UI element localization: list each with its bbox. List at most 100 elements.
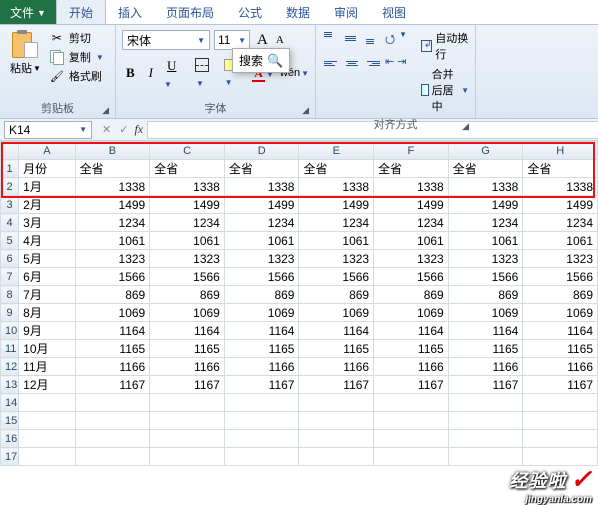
cell[interactable]: 1069 [448, 304, 523, 322]
cell[interactable]: 1166 [75, 358, 150, 376]
row-header[interactable]: 2 [1, 178, 19, 196]
cell[interactable] [448, 394, 523, 412]
cell[interactable]: 1323 [448, 250, 523, 268]
table-row[interactable]: 87月869869869869869869869 [1, 286, 598, 304]
cell[interactable] [374, 430, 449, 448]
table-row[interactable]: 54月1061106110611061106110611061 [1, 232, 598, 250]
cell[interactable] [19, 394, 75, 412]
cell[interactable]: 1167 [299, 376, 374, 394]
row-header[interactable]: 13 [1, 376, 19, 394]
cell[interactable]: 1165 [374, 340, 449, 358]
cell[interactable]: 869 [150, 286, 225, 304]
cell[interactable] [19, 430, 75, 448]
cell[interactable] [523, 448, 598, 466]
decrease-indent-button[interactable]: ⇤ [385, 55, 394, 71]
cell[interactable] [523, 412, 598, 430]
cell[interactable] [75, 412, 150, 430]
wrap-text-button[interactable]: 自动换行 [421, 30, 469, 62]
cell[interactable] [299, 448, 374, 466]
cell[interactable]: 1166 [224, 358, 299, 376]
cell[interactable]: 1566 [299, 268, 374, 286]
dialog-launcher-icon[interactable]: ◢ [102, 105, 109, 116]
cell[interactable]: 1061 [224, 232, 299, 250]
orientation-button[interactable] [385, 30, 395, 51]
cell[interactable]: 8月 [19, 304, 75, 322]
col-header[interactable]: F [374, 142, 449, 160]
row-header[interactable]: 16 [1, 430, 19, 448]
cell[interactable]: 1499 [299, 196, 374, 214]
cell[interactable]: 1323 [224, 250, 299, 268]
cell[interactable]: 1234 [75, 214, 150, 232]
accept-formula-button[interactable]: ✓ [119, 123, 128, 136]
cell[interactable]: 869 [374, 286, 449, 304]
underline-button[interactable]: U▼ [163, 56, 189, 90]
cell[interactable]: 869 [299, 286, 374, 304]
cell[interactable]: 1166 [150, 358, 225, 376]
cell[interactable]: 1566 [150, 268, 225, 286]
cell[interactable]: 1069 [150, 304, 225, 322]
cell[interactable]: 1338 [75, 178, 150, 196]
cell[interactable]: 10月 [19, 340, 75, 358]
cell[interactable] [448, 448, 523, 466]
cell[interactable]: 1月 [19, 178, 75, 196]
cell[interactable] [448, 430, 523, 448]
cell[interactable]: 9月 [19, 322, 75, 340]
cell[interactable]: 7月 [19, 286, 75, 304]
cell[interactable]: 1338 [523, 178, 598, 196]
cell[interactable]: 1061 [523, 232, 598, 250]
cell[interactable]: 3月 [19, 214, 75, 232]
col-header[interactable]: B [75, 142, 150, 160]
cell[interactable]: 1234 [224, 214, 299, 232]
cell[interactable] [374, 412, 449, 430]
cell[interactable]: 全省 [448, 160, 523, 178]
table-row[interactable]: 1月份全省全省全省全省全省全省全省 [1, 160, 598, 178]
cell[interactable] [374, 448, 449, 466]
row-header[interactable]: 10 [1, 322, 19, 340]
cell[interactable]: 1566 [448, 268, 523, 286]
cell[interactable] [75, 430, 150, 448]
cell[interactable]: 1164 [523, 322, 598, 340]
paste-button[interactable]: 粘贴▼ [6, 28, 45, 98]
col-header[interactable]: A [19, 142, 75, 160]
cell[interactable]: 月份 [19, 160, 75, 178]
format-painter-button[interactable]: 格式刷 [49, 68, 104, 84]
cell[interactable]: 6月 [19, 268, 75, 286]
cell[interactable] [299, 430, 374, 448]
dialog-launcher-icon[interactable]: ◢ [462, 121, 469, 132]
cell[interactable]: 1165 [75, 340, 150, 358]
cell[interactable]: 1338 [299, 178, 374, 196]
cell[interactable]: 1499 [75, 196, 150, 214]
cell[interactable]: 全省 [523, 160, 598, 178]
cell[interactable]: 1167 [75, 376, 150, 394]
cell[interactable]: 1165 [150, 340, 225, 358]
col-header[interactable]: D [224, 142, 299, 160]
tab-home[interactable]: 开始 [56, 0, 106, 24]
cell[interactable]: 1166 [448, 358, 523, 376]
cell[interactable]: 1164 [448, 322, 523, 340]
cell[interactable]: 1164 [299, 322, 374, 340]
cell[interactable] [224, 430, 299, 448]
font-size-select[interactable]: 11▼ [214, 30, 250, 50]
cell[interactable]: 1234 [523, 214, 598, 232]
cell[interactable]: 1234 [374, 214, 449, 232]
column-header-row[interactable]: A B C D E F G H [1, 142, 598, 160]
row-header[interactable]: 12 [1, 358, 19, 376]
search-icon[interactable] [267, 53, 283, 69]
bold-button[interactable]: B [122, 63, 139, 83]
table-row[interactable]: 1110月1165116511651165116511651165 [1, 340, 598, 358]
cell[interactable]: 869 [523, 286, 598, 304]
cell[interactable]: 1323 [299, 250, 374, 268]
cell[interactable]: 1323 [523, 250, 598, 268]
table-row[interactable]: 16 [1, 430, 598, 448]
tab-layout[interactable]: 页面布局 [154, 0, 226, 24]
cell[interactable] [150, 430, 225, 448]
row-header[interactable]: 3 [1, 196, 19, 214]
tab-formula[interactable]: 公式 [226, 0, 274, 24]
cell[interactable]: 1061 [75, 232, 150, 250]
italic-button[interactable]: I [145, 63, 157, 83]
table-row[interactable]: 76月1566156615661566156615661566 [1, 268, 598, 286]
table-row[interactable]: 21月1338133813381338133813381338 [1, 178, 598, 196]
row-header[interactable]: 7 [1, 268, 19, 286]
cell[interactable] [224, 448, 299, 466]
cell[interactable]: 1164 [75, 322, 150, 340]
